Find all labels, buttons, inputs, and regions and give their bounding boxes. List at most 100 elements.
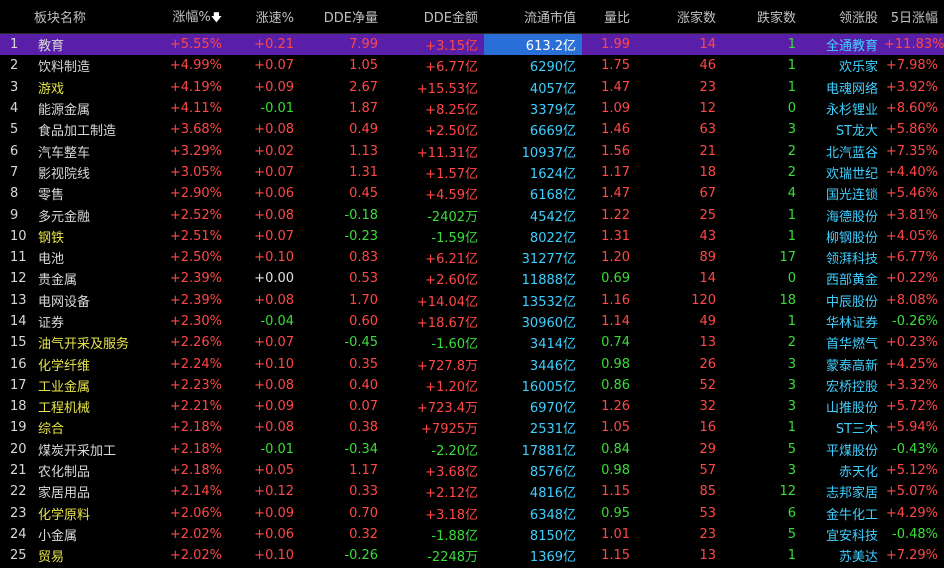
sector-name[interactable]: 油气开采及服务 xyxy=(36,332,150,353)
sector-name[interactable]: 煤炭开采加工 xyxy=(36,439,150,460)
table-row[interactable]: 18 工程机械 +2.21% +0.09 0.07 +723.4万 6970亿 1.26 32 3… xyxy=(0,396,944,417)
sector-name[interactable]: 教育 xyxy=(36,33,151,56)
leader-stock[interactable]: 志邦家居 xyxy=(802,481,884,502)
table-row[interactable]: 9 多元金融 +2.52% +0.08 -0.18 -2402万 4542亿 1.22 25 1 海… xyxy=(0,204,944,225)
table-row[interactable]: 12 贵金属 +2.39% +0.00 0.53 +2.60亿 11888亿 0.69 14 0 西… xyxy=(0,268,944,289)
table-row[interactable]: 24 小金属 +2.02% +0.06 0.32 -1.88亿 8150亿 1.01 23 5 宜安… xyxy=(0,524,944,545)
header-five-day[interactable]: 5日涨幅 xyxy=(884,0,944,34)
table-row[interactable]: 23 化学原料 +2.06% +0.09 0.70 +3.18亿 6348亿 0.95 53 6 金… xyxy=(0,503,944,524)
table-row[interactable]: 3 游戏 +4.19% +0.09 2.67 +15.53亿 4057亿 1.47 23 1 电魂网… xyxy=(0,77,944,98)
leader-stock[interactable]: 领湃科技 xyxy=(802,247,884,268)
table-row[interactable]: 2 饮料制造 +4.99% +0.07 1.05 +6.77亿 6290亿 1.75 46 1 欢乐… xyxy=(0,55,944,76)
leader-stock[interactable]: ST三木 xyxy=(802,417,884,438)
sector-name[interactable]: 能源金属 xyxy=(36,98,150,119)
leader-stock[interactable]: 首华燃气 xyxy=(802,332,884,353)
sector-name[interactable]: 游戏 xyxy=(36,77,150,98)
table-row[interactable]: 17 工业金属 +2.23% +0.08 0.40 +1.20亿 16005亿 0.86 52 3… xyxy=(0,375,944,396)
leader-stock[interactable]: 国光连锁 xyxy=(802,183,884,204)
up-count: 53 xyxy=(699,505,717,521)
sector-name[interactable]: 工程机械 xyxy=(36,396,150,417)
header-sector-name[interactable]: 板块名称 xyxy=(0,0,151,34)
header-change-pct[interactable]: 涨幅%🡇 xyxy=(150,0,229,34)
header-dde-amount[interactable]: DDE金额 xyxy=(384,0,485,34)
sector-name[interactable]: 家居用品 xyxy=(36,481,150,502)
table-row[interactable]: 8 零售 +2.90% +0.06 0.45 +4.59亿 6168亿 1.47 67 4 国光连锁… xyxy=(0,183,944,204)
header-market-cap[interactable]: 流通市值 xyxy=(484,0,583,34)
table-row[interactable]: 6 汽车整车 +3.29% +0.02 1.13 +11.31亿 10937亿 1.56 21 2… xyxy=(0,140,944,161)
table-row[interactable]: 11 电池 +2.50% +0.10 0.83 +6.21亿 31277亿 1.20 89 17 领… xyxy=(0,247,944,268)
table-row[interactable]: 16 化学纤维 +2.24% +0.10 0.35 +727.8万 3446亿 0.98 26 3… xyxy=(0,353,944,374)
table-row[interactable]: 13 电网设备 +2.39% +0.08 1.70 +14.04亿 13532亿 1.16 12… xyxy=(0,290,944,311)
dde-amount: +3.68亿 xyxy=(425,465,479,481)
table-row[interactable]: 19 综合 +2.18% +0.08 0.38 +7925万 2531亿 1.05 16 1 ST三… xyxy=(0,417,944,438)
table-row[interactable]: 4 能源金属 +4.11% -0.01 1.87 +8.25亿 3379亿 1.09 12 0 永杉… xyxy=(0,98,944,119)
market-cap: 16005亿 xyxy=(521,379,577,395)
speed-pct: +0.06 xyxy=(254,186,295,202)
sector-name[interactable]: 农化制品 xyxy=(36,460,150,481)
sector-name[interactable]: 钢铁 xyxy=(36,226,150,247)
volume-ratio: 1.47 xyxy=(601,186,631,202)
leader-stock[interactable]: 全通教育 xyxy=(802,33,885,56)
leader-stock[interactable]: 永杉锂业 xyxy=(802,98,884,119)
leader-stock[interactable]: 苏美达 xyxy=(802,545,884,566)
sector-name[interactable]: 汽车整车 xyxy=(36,140,150,161)
sector-name[interactable]: 零售 xyxy=(36,183,150,204)
table-row[interactable]: 10 钢铁 +2.51% +0.07 -0.23 -1.59亿 8022亿 1.31 43 1 柳钢… xyxy=(0,226,944,247)
table-row[interactable]: 1 教育 +5.55% +0.21 7.99 +3.15亿 613.2亿 1.99 14 1 全通教… xyxy=(0,33,944,56)
table-row[interactable]: 25 贸易 +2.02% +0.10 -0.26 -2248万 1369亿 1.15 13 1 苏美… xyxy=(0,545,944,566)
leader-stock[interactable]: 华林证券 xyxy=(802,311,884,332)
sector-name[interactable]: 电池 xyxy=(36,247,150,268)
leader-stock[interactable]: 平煤股份 xyxy=(802,439,884,460)
table-row[interactable]: 14 证券 +2.30% -0.04 0.60 +18.67亿 30960亿 1.14 49 1 华… xyxy=(0,311,944,332)
leader-stock[interactable]: 电魂网络 xyxy=(802,77,884,98)
header-dde-net[interactable]: DDE净量 xyxy=(300,0,385,34)
table-row[interactable]: 21 农化制品 +2.18% +0.05 1.17 +3.68亿 8576亿 0.98 57 3 赤… xyxy=(0,460,944,481)
header-down-count[interactable]: 跌家数 xyxy=(722,0,803,34)
header-up-count[interactable]: 涨家数 xyxy=(636,0,723,34)
sector-name[interactable]: 电网设备 xyxy=(36,290,150,311)
table-row[interactable]: 5 食品加工制造 +3.68% +0.08 0.49 +2.50亿 6669亿 1.46 63 3… xyxy=(0,119,944,140)
header-leader-stock[interactable]: 领涨股 xyxy=(802,0,885,34)
leader-stock[interactable]: 海德股份 xyxy=(802,204,884,225)
dde-net: -0.23 xyxy=(344,228,379,244)
change-pct: +2.26% xyxy=(169,335,223,351)
row-index: 11 xyxy=(10,250,27,266)
leader-stock[interactable]: 西部黄金 xyxy=(802,268,884,289)
leader-stock[interactable]: 蒙泰高新 xyxy=(802,353,884,374)
leader-stock[interactable]: 宜安科技 xyxy=(802,524,884,545)
header-volume-ratio[interactable]: 量比 xyxy=(582,0,637,34)
sector-name[interactable]: 证券 xyxy=(36,311,150,332)
table-row[interactable]: 15 油气开采及服务 +2.26% +0.07 -0.45 -1.60亿 3414亿 0.74… xyxy=(0,332,944,353)
leader-stock[interactable]: 山推股份 xyxy=(802,396,884,417)
dde-net: 0.35 xyxy=(349,356,379,372)
leader-stock[interactable]: 宏桥控股 xyxy=(802,375,884,396)
sector-name[interactable]: 饮料制造 xyxy=(36,55,150,76)
leader-stock[interactable]: 北汽蓝谷 xyxy=(802,140,884,161)
sector-name[interactable]: 综合 xyxy=(36,417,150,438)
up-count: 63 xyxy=(699,122,717,138)
sector-name[interactable]: 贸易 xyxy=(36,545,150,566)
sector-name[interactable]: 化学原料 xyxy=(36,503,150,524)
row-index: 25 xyxy=(10,548,27,564)
leader-stock[interactable]: ST龙大 xyxy=(802,119,884,140)
table-row[interactable]: 22 家居用品 +2.14% +0.12 0.33 +2.12亿 4816亿 1.15 85 12… xyxy=(0,481,944,502)
table-row[interactable]: 7 影视院线 +3.05% +0.07 1.31 +1.57亿 1624亿 1.17 18 2 欢瑞… xyxy=(0,162,944,183)
sector-name[interactable]: 小金属 xyxy=(36,524,150,545)
sector-name[interactable]: 化学纤维 xyxy=(36,353,150,374)
sector-name[interactable]: 贵金属 xyxy=(36,268,150,289)
header-speed[interactable]: 涨速% xyxy=(228,0,301,34)
sector-name[interactable]: 工业金属 xyxy=(36,375,150,396)
row-index: 3 xyxy=(10,79,19,95)
leader-stock[interactable]: 欢乐家 xyxy=(802,55,884,76)
sector-name[interactable]: 影视院线 xyxy=(36,162,150,183)
up-count: 21 xyxy=(699,143,717,159)
leader-stock[interactable]: 中辰股份 xyxy=(802,290,884,311)
leader-stock[interactable]: 金牛化工 xyxy=(802,503,884,524)
leader-stock[interactable]: 赤天化 xyxy=(802,460,884,481)
table-row[interactable]: 20 煤炭开采加工 +2.18% -0.01 -0.34 -2.20亿 17881亿 0.84… xyxy=(0,439,944,460)
sector-name[interactable]: 多元金融 xyxy=(36,204,150,225)
up-count: 26 xyxy=(699,356,717,372)
leader-stock[interactable]: 柳钢股份 xyxy=(802,226,884,247)
leader-stock[interactable]: 欢瑞世纪 xyxy=(802,162,884,183)
sector-name[interactable]: 食品加工制造 xyxy=(36,119,150,140)
